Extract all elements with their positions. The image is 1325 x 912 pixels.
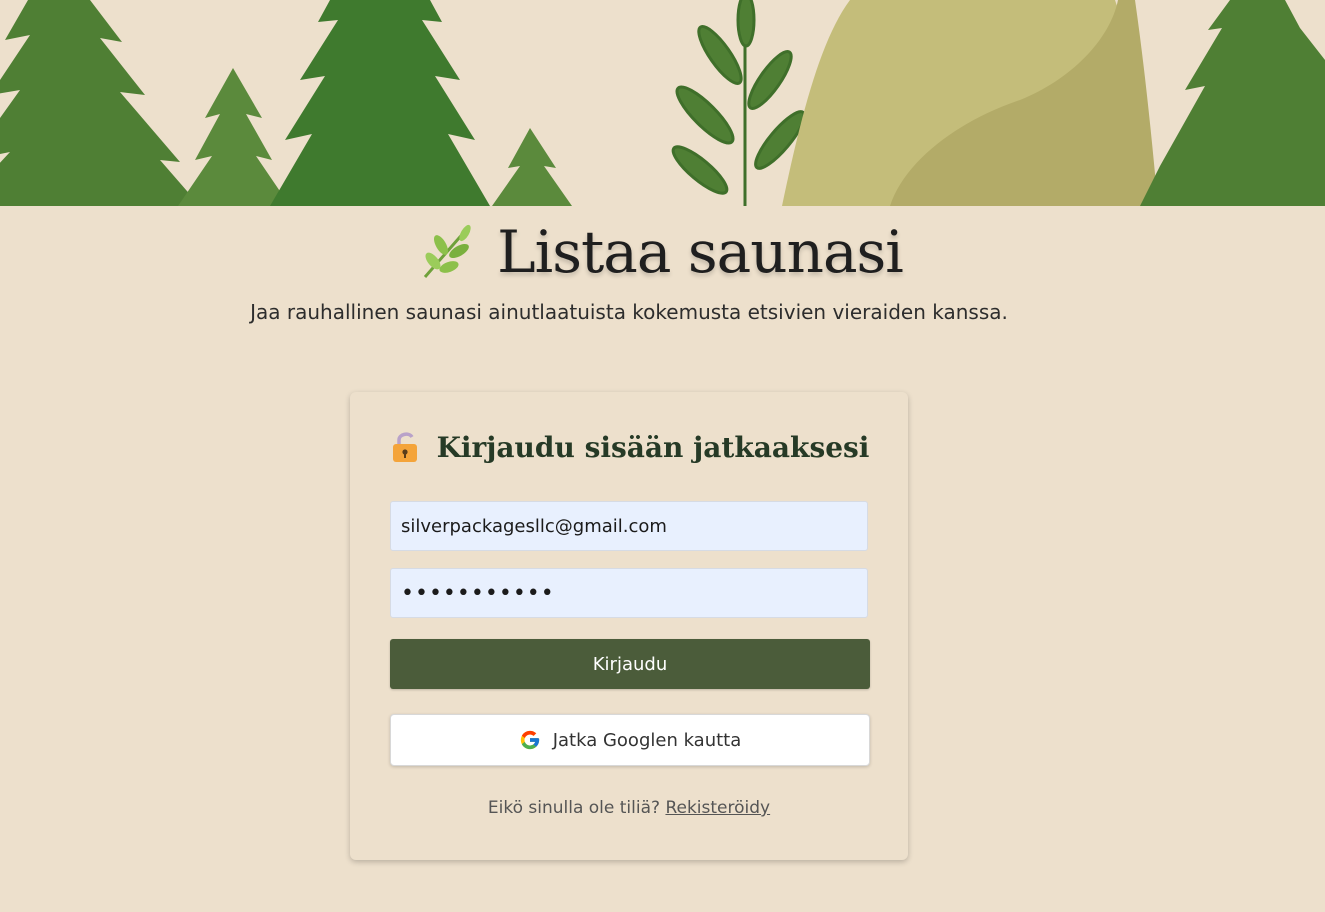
login-title: Kirjaudu sisään jatkaaksesi bbox=[436, 430, 870, 464]
google-icon bbox=[520, 730, 539, 750]
login-card: Kirjaudu sisään jatkaaksesi Kirjaudu Jat… bbox=[350, 392, 908, 860]
lock-icon bbox=[392, 432, 417, 462]
right-pine-tree-illustration bbox=[1140, 0, 1325, 206]
password-field[interactable] bbox=[390, 568, 868, 618]
google-button-label: Jatka Googlen kautta bbox=[552, 729, 742, 751]
page-title: Listaa saunasi bbox=[497, 218, 904, 286]
page-header: Listaa saunasi bbox=[0, 218, 1280, 286]
login-button[interactable]: Kirjaudu bbox=[390, 639, 870, 689]
tiny-pine-tree-illustration bbox=[492, 128, 572, 206]
forest-banner bbox=[0, 0, 1325, 206]
hill-illustration bbox=[782, 0, 1158, 206]
google-signin-button[interactable]: Jatka Googlen kautta bbox=[390, 714, 870, 766]
signup-prompt-text: Eikö sinulla ole tiliä? bbox=[487, 798, 661, 818]
signup-link[interactable]: Rekisteröidy bbox=[665, 798, 770, 818]
page-subtitle: Jaa rauhallinen saunasi ainutlaatuista k… bbox=[250, 300, 1008, 324]
small-pine-tree-illustration bbox=[178, 68, 290, 206]
login-card-header: Kirjaudu sisään jatkaaksesi bbox=[350, 430, 908, 464]
herb-icon bbox=[424, 224, 471, 278]
large-pine-tree-illustration bbox=[270, 0, 490, 206]
signup-prompt-row: Eikö sinulla ole tiliä? Rekisteröidy bbox=[350, 798, 908, 818]
pine-tree-illustration bbox=[0, 0, 200, 206]
email-field[interactable] bbox=[390, 501, 868, 551]
